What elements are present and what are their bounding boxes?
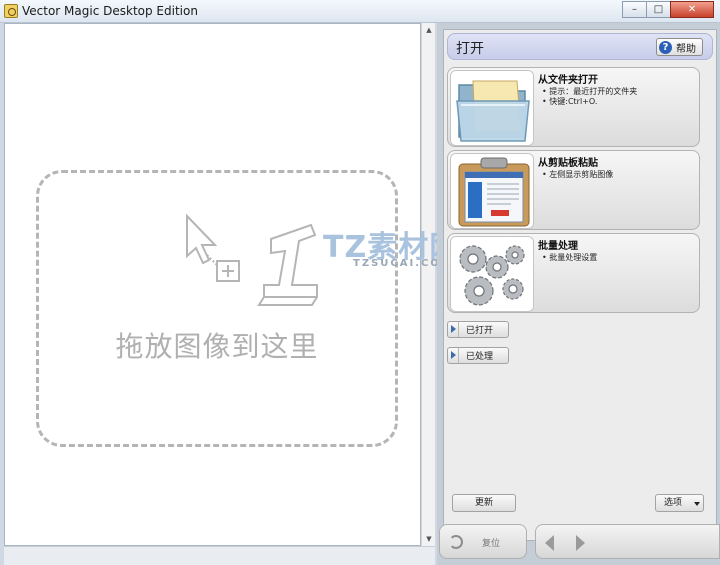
processed-expand-button[interactable]: 已处理 <box>447 347 509 364</box>
close-button[interactable]: ✕ <box>670 1 714 18</box>
minimize-icon: – <box>632 4 637 15</box>
reset-button[interactable]: 复位 <box>439 524 527 559</box>
panel-header: 打开 ? 帮助 <box>447 33 713 60</box>
chevron-down-icon <box>694 502 700 506</box>
help-label: 帮助 <box>676 43 696 55</box>
card-title: 从文件夹打开 <box>538 75 598 86</box>
navigation-button[interactable] <box>535 524 720 559</box>
side-panel: 打开 ? 帮助 从文件夹打开 • 提示：最近打开的文件夹 • 快键:Ctrl+O… <box>437 23 720 565</box>
batch-process-card[interactable]: 批量处理 • 批量处理设置 <box>447 233 700 313</box>
title-bar: Vector Magic Desktop Edition – □ ✕ <box>0 0 720 23</box>
options-button[interactable]: 选项 <box>655 494 704 512</box>
maximize-icon: □ <box>653 4 664 15</box>
image-canvas[interactable]: 拖放图像到这里 <box>4 23 421 546</box>
options-label: 选项 <box>664 498 683 508</box>
update-button[interactable]: 更新 <box>452 494 516 512</box>
window-title: Vector Magic Desktop Edition <box>22 4 198 18</box>
processed-label: 已处理 <box>466 352 494 362</box>
horizontal-scrollbar[interactable] <box>4 546 435 565</box>
drop-zone[interactable]: 拖放图像到这里 <box>36 170 398 447</box>
open-from-folder-card[interactable]: 从文件夹打开 • 提示：最近打开的文件夹 • 快键:Ctrl+O. <box>447 67 700 147</box>
card-title: 批量处理 <box>538 241 578 252</box>
app-icon <box>4 4 18 18</box>
scroll-down-icon[interactable]: ▼ <box>422 532 436 546</box>
folder-icon <box>450 70 534 146</box>
card-bullet: • 左侧显示剪贴图像 <box>542 170 614 179</box>
drop-hint-text: 拖放图像到这里 <box>115 330 319 363</box>
opened-expand-button[interactable]: 已打开 <box>447 321 509 338</box>
expand-arrow-icon <box>448 348 459 363</box>
minimize-button[interactable]: – <box>622 1 647 18</box>
drag-drop-icon <box>186 213 318 306</box>
card-title: 从剪贴板粘贴 <box>538 158 598 169</box>
card-bullet: • 批量处理设置 <box>542 253 598 262</box>
maximize-button[interactable]: □ <box>646 1 671 18</box>
panel-content: 打开 ? 帮助 从文件夹打开 • 提示：最近打开的文件夹 • 快键:Ctrl+O… <box>443 29 717 541</box>
undo-icon <box>449 535 463 549</box>
paste-from-clipboard-card[interactable]: 从剪贴板粘贴 • 左侧显示剪贴图像 <box>447 150 700 230</box>
reset-label: 复位 <box>482 539 501 549</box>
card-bullet: • 快键:Ctrl+O. <box>542 97 598 106</box>
help-button[interactable]: ? 帮助 <box>656 38 703 56</box>
expand-arrow-icon <box>448 322 459 337</box>
help-icon: ? <box>659 40 672 54</box>
scroll-up-icon[interactable]: ▲ <box>422 23 436 37</box>
vertical-scrollbar[interactable]: ▲ ▼ <box>421 23 435 546</box>
forward-arrow-icon <box>576 535 702 551</box>
close-icon: ✕ <box>687 4 697 15</box>
window-controls: – □ ✕ <box>622 1 714 18</box>
clipboard-icon <box>450 153 534 229</box>
opened-label: 已打开 <box>466 326 494 336</box>
panel-title: 打开 <box>456 41 484 57</box>
gears-icon <box>450 236 534 312</box>
back-arrow-icon <box>545 535 554 551</box>
